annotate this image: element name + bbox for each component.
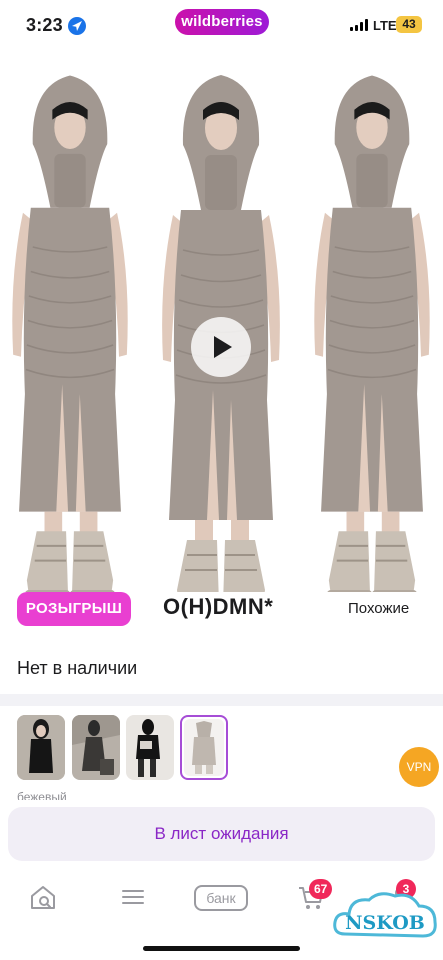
share-icon[interactable] (403, 72, 427, 98)
variant-dark-dress[interactable] (72, 715, 120, 780)
product-gallery[interactable] (0, 52, 443, 592)
tab-catalog[interactable] (118, 882, 154, 914)
location-arrow-icon (68, 17, 86, 35)
tab-home[interactable] (28, 882, 64, 914)
menu-icon (122, 890, 144, 904)
battery-icon: 43 (396, 16, 422, 33)
brand-name[interactable]: O(H)DMN* (163, 594, 273, 620)
play-video-button[interactable] (191, 317, 251, 377)
cart-count-badge: 67 (309, 879, 333, 899)
availability-status: Нет в наличии (17, 658, 138, 678)
waitlist-button[interactable]: В лист ожидания (8, 807, 435, 861)
color-variants (0, 715, 443, 785)
action-sheet: В лист ожидания (0, 800, 443, 868)
brand-row: РОЗЫГРЫШ O(H)DMN* Похожие (0, 590, 443, 630)
status-time: 3:23 (26, 15, 63, 35)
giveaway-button[interactable]: РОЗЫГРЫШ (17, 592, 131, 626)
play-icon (214, 336, 232, 358)
tab-bank[interactable]: банк (194, 885, 248, 911)
similar-link[interactable]: Похожие (348, 600, 409, 617)
color-name: бежевый (17, 790, 67, 800)
watermark-text: NSKOB (345, 912, 425, 934)
brand-logo: wildberries (175, 9, 269, 35)
variant-beige-dress[interactable] (180, 715, 228, 780)
section-divider (0, 694, 443, 706)
status-bar: 3:23 wildberries LTE 43 (0, 0, 443, 52)
network-type: LTE (373, 18, 397, 33)
back-chevron-icon[interactable] (16, 74, 40, 98)
home-indicator (143, 946, 300, 951)
vpn-badge[interactable]: VPN (399, 747, 439, 787)
signal-icon (350, 19, 370, 31)
variant-black-top[interactable] (126, 715, 174, 780)
variant-black-dress[interactable] (17, 715, 65, 780)
watermark-logo: NSKOB (331, 888, 439, 954)
home-search-icon (31, 886, 55, 909)
